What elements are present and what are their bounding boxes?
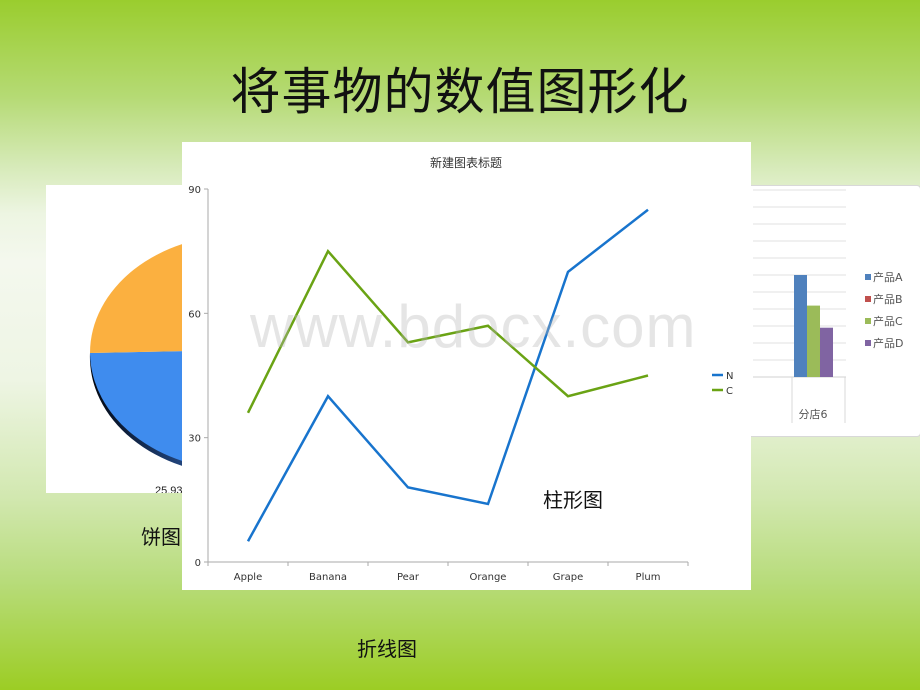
- pie-chart: [89, 244, 182, 466]
- pie-slice-orange: [90, 244, 182, 353]
- caption-line: 折线图: [357, 637, 417, 661]
- y-tick-label: 60: [188, 309, 201, 320]
- x-tick-label: Pear: [397, 572, 420, 583]
- chart-title: 新建图表标题: [430, 155, 502, 170]
- legend-swatch: [865, 340, 871, 346]
- bar-产品A-分店6: [794, 275, 807, 377]
- y-tick-label: 90: [188, 185, 201, 196]
- line-chart-panel: 新建图表标题 0 30 60 90 Apple Banana Pear Orange Grape P…: [182, 142, 751, 590]
- x-tick-label: Apple: [234, 572, 262, 583]
- pie-chart-panel: 25.93: [46, 185, 182, 493]
- y-tick-label: 30: [188, 434, 201, 445]
- x-tick-label: 分店6: [799, 407, 828, 421]
- series-line-C: [246, 248, 649, 414]
- x-tick-label: Orange: [470, 572, 507, 583]
- legend-label: 产品C: [873, 314, 903, 328]
- legend-swatch: [865, 274, 871, 280]
- line-chart: 新建图表标题 0 30 60 90 Apple Banana Pear Orange Grape P…: [188, 155, 733, 583]
- legend-label: 产品B: [873, 292, 903, 306]
- bar-chart-panel: 5分店6产品A产品B产品C产品D: [740, 185, 920, 437]
- legend-swatch: [865, 296, 871, 302]
- x-tick-label: Plum: [636, 572, 661, 583]
- bar-产品C-分店6: [807, 305, 820, 377]
- legend-label: N: [726, 371, 733, 382]
- y-tick-label: 0: [195, 558, 201, 569]
- legend-label: 产品A: [873, 270, 903, 284]
- legend-swatch: [865, 318, 871, 324]
- pie-slice-blue: [90, 351, 182, 461]
- caption-pie: 饼图: [141, 525, 181, 549]
- legend-label: 产品D: [873, 336, 903, 350]
- x-tick-label: Grape: [553, 572, 584, 583]
- bar-chart: 5分店6产品A产品B产品C产品D: [741, 189, 903, 423]
- caption-bar: 柱形图: [543, 488, 603, 512]
- x-tick-label: Banana: [309, 572, 347, 583]
- legend-label: C: [726, 386, 733, 397]
- slide-title: 将事物的数值图形化: [230, 63, 690, 121]
- bar-产品D-分店6: [820, 327, 833, 377]
- pie-data-label: 25.93: [155, 485, 182, 493]
